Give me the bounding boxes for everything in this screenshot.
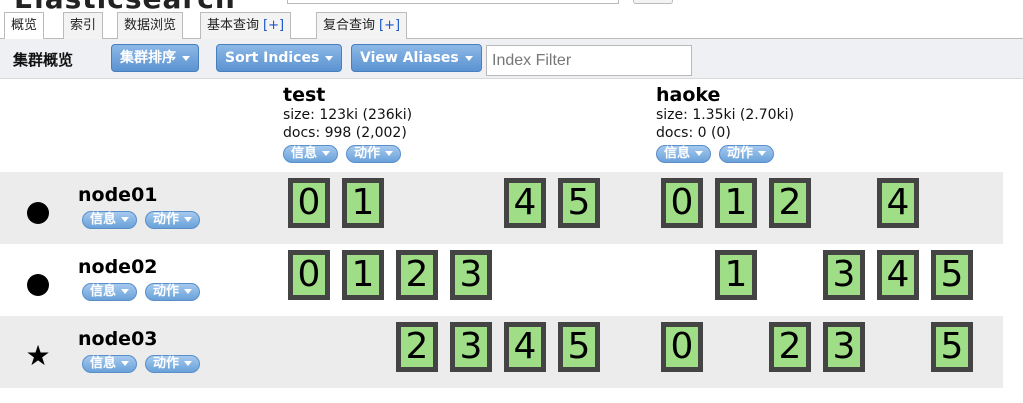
button-label: 动作 xyxy=(727,146,754,161)
index-docs: docs: 998 (2,002) xyxy=(283,125,407,141)
shard-test-4[interactable]: 4 xyxy=(504,322,546,372)
shard-test-2[interactable]: 2 xyxy=(396,250,438,300)
chevron-down-icon xyxy=(121,217,130,222)
shard-haoke-3[interactable]: 3 xyxy=(823,250,865,300)
shard-test-0[interactable]: 0 xyxy=(288,178,330,228)
index-size: size: 1.35ki (2.70ki) xyxy=(656,107,795,123)
master-star-icon: ★ xyxy=(25,339,51,372)
index-info-button[interactable]: 信息 xyxy=(283,145,339,163)
view-aliases-button[interactable]: View Aliases xyxy=(351,44,482,72)
button-label: 信息 xyxy=(90,284,117,299)
master-eligible-circle-icon xyxy=(27,202,49,224)
node-name: node01 xyxy=(78,184,158,206)
button-label: View Aliases xyxy=(360,50,459,66)
index-name: haoke xyxy=(656,84,721,106)
index-filter-input[interactable] xyxy=(486,45,692,76)
button-label: 信息 xyxy=(90,212,117,227)
index-action-button[interactable]: 动作 xyxy=(346,145,402,163)
shard-haoke-4[interactable]: 4 xyxy=(877,178,919,228)
shard-haoke-3[interactable]: 3 xyxy=(823,322,865,372)
button-label: 动作 xyxy=(153,212,180,227)
index-info-button[interactable]: 信息 xyxy=(656,145,712,163)
master-eligible-circle-icon xyxy=(27,274,49,296)
tab-overview[interactable]: 概览 xyxy=(4,12,45,40)
shard-haoke-1[interactable]: 1 xyxy=(715,250,757,300)
chevron-down-icon xyxy=(121,361,130,366)
shard-test-3[interactable]: 3 xyxy=(450,250,492,300)
shard-haoke-2[interactable]: 2 xyxy=(769,322,811,372)
chevron-down-icon xyxy=(322,151,331,156)
shard-haoke-5[interactable]: 5 xyxy=(931,250,973,300)
node-info-button[interactable]: 信息 xyxy=(82,211,138,229)
tab-basic-query[interactable]: 基本查询 [+] xyxy=(200,12,292,39)
node-name: node02 xyxy=(78,256,158,278)
index-header-test: test size: 123ki (236ki) docs: 998 (2,00… xyxy=(283,84,412,163)
chevron-down-icon xyxy=(464,55,473,61)
shard-test-4[interactable]: 4 xyxy=(504,178,546,228)
node-info-button[interactable]: 信息 xyxy=(82,283,138,301)
shard-haoke-0[interactable]: 0 xyxy=(661,178,703,228)
tab-indices[interactable]: 索引 xyxy=(63,12,104,39)
chevron-down-icon xyxy=(325,55,334,61)
cluster-sort-button[interactable]: 集群排序 xyxy=(111,44,199,72)
shard-haoke-1[interactable]: 1 xyxy=(715,178,757,228)
button-label: 信息 xyxy=(664,146,691,161)
button-label: 动作 xyxy=(153,356,180,371)
cluster-url-input[interactable] xyxy=(287,0,619,4)
node-action-button[interactable]: 动作 xyxy=(145,211,201,229)
page-title: 集群概览 xyxy=(13,51,74,69)
button-label: 集群排序 xyxy=(120,50,176,66)
shard-test-1[interactable]: 1 xyxy=(342,250,384,300)
chevron-down-icon xyxy=(695,151,704,156)
tab-plus: [+] xyxy=(379,18,401,33)
tab-label: 数据浏览 xyxy=(124,18,177,33)
tab-label: 基本查询 xyxy=(207,18,260,33)
tab-label: 复合查询 xyxy=(323,18,376,33)
sort-indices-button[interactable]: Sort Indices xyxy=(216,44,343,72)
shard-haoke-4[interactable]: 4 xyxy=(877,250,919,300)
chevron-down-icon xyxy=(121,289,130,294)
chevron-down-icon xyxy=(184,361,193,366)
index-name: test xyxy=(283,84,326,106)
node-row-node01: node01 信息 动作 xyxy=(0,172,1003,244)
node-action-button[interactable]: 动作 xyxy=(145,355,201,373)
shard-test-5[interactable]: 5 xyxy=(558,178,600,228)
shard-haoke-5[interactable]: 5 xyxy=(931,322,973,372)
node-info-button[interactable]: 信息 xyxy=(82,355,138,373)
index-action-button[interactable]: 动作 xyxy=(719,145,775,163)
chevron-down-icon xyxy=(184,289,193,294)
chevron-down-icon xyxy=(758,151,767,156)
shard-test-5[interactable]: 5 xyxy=(558,322,600,372)
tab-compound-query[interactable]: 复合查询 [+] xyxy=(316,12,408,39)
shard-test-0[interactable]: 0 xyxy=(288,250,330,300)
tab-label: 索引 xyxy=(70,18,97,33)
connect-button[interactable] xyxy=(633,0,673,4)
shard-test-3[interactable]: 3 xyxy=(450,322,492,372)
index-docs: docs: 0 (0) xyxy=(656,125,731,141)
shard-test-1[interactable]: 1 xyxy=(342,178,384,228)
tab-browser[interactable]: 数据浏览 xyxy=(117,12,184,39)
chevron-down-icon xyxy=(385,151,394,156)
chevron-down-icon xyxy=(184,217,193,222)
shard-haoke-0[interactable]: 0 xyxy=(661,322,703,372)
tab-bar: 概览 索引 数据浏览 基本查询 [+] 复合查询 [+] xyxy=(0,12,1023,40)
button-label: Sort Indices xyxy=(225,50,320,66)
shard-haoke-2[interactable]: 2 xyxy=(769,178,811,228)
node-name: node03 xyxy=(78,328,158,350)
tab-plus: [+] xyxy=(263,18,285,33)
chevron-down-icon xyxy=(182,55,190,61)
button-label: 信息 xyxy=(90,356,117,371)
node-action-button[interactable]: 动作 xyxy=(145,283,201,301)
index-header-haoke: haoke size: 1.35ki (2.70ki) docs: 0 (0) … xyxy=(656,84,794,163)
button-label: 动作 xyxy=(354,146,381,161)
index-size: size: 123ki (236ki) xyxy=(283,107,413,123)
shard-test-2[interactable]: 2 xyxy=(396,322,438,372)
tab-label: 概览 xyxy=(11,18,38,33)
button-label: 信息 xyxy=(291,146,318,161)
button-label: 动作 xyxy=(153,284,180,299)
